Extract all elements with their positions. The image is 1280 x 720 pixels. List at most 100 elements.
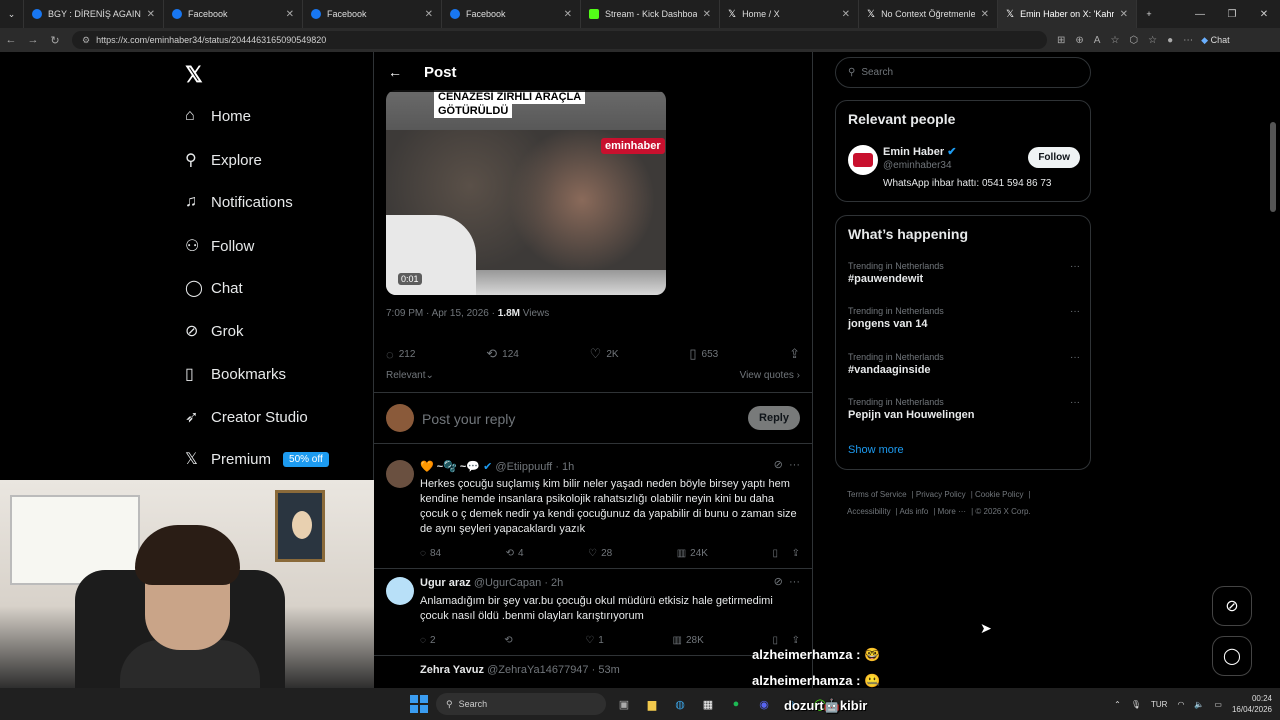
reply-button[interactable]: ◌ 212 xyxy=(386,346,415,362)
reply-input[interactable]: Post your reply xyxy=(422,411,515,427)
discord-icon[interactable]: ◉ xyxy=(754,694,774,714)
share-icon[interactable]: ⇪ xyxy=(792,548,800,559)
more-icon[interactable]: ··· xyxy=(1070,306,1080,317)
show-more-link[interactable]: Show more xyxy=(848,444,904,456)
grok-icon[interactable]: ⊘ xyxy=(774,576,783,588)
person-name-row[interactable]: Emin Haber ✔ xyxy=(883,145,956,158)
profile-icon[interactable]: ● xyxy=(1167,35,1173,46)
trend-item[interactable]: Trending in Netherlands Pepijn van Houwel… xyxy=(848,397,1080,421)
favorite-star-icon[interactable]: ☆ xyxy=(1110,35,1119,46)
reply-handle[interactable]: @UgurCapan xyxy=(474,577,541,589)
wifi-icon[interactable]: ◠ xyxy=(1177,700,1184,709)
tab-list-button[interactable]: ⌄ xyxy=(0,0,24,28)
close-window-icon[interactable]: ✕ xyxy=(1248,9,1280,20)
reply-item[interactable]: 🧡 ~🫧 ~💬 ✔ @Etiippuuff · 1h ⊘ ··· Herkes … xyxy=(374,452,812,569)
sidebar-item-chat[interactable]: ◯ Chat xyxy=(185,278,243,298)
clock[interactable]: 00:24 16/04/2026 xyxy=(1232,693,1272,715)
edge-icon[interactable]: ◍ xyxy=(670,694,690,714)
taskbar-search[interactable]: ⚲ Search xyxy=(436,693,606,715)
close-icon[interactable]: ✕ xyxy=(425,9,433,20)
post-video[interactable]: CENAZESİ ZIRHLI ARAÇLA GÖTÜRÜLDÜ eminhab… xyxy=(386,90,666,295)
grok-icon[interactable]: ⊘ xyxy=(774,459,783,471)
reply-button[interactable]: ◌ 2 xyxy=(420,635,436,646)
browser-tab[interactable]: Facebook ✕ xyxy=(442,0,581,28)
avatar[interactable] xyxy=(386,460,414,488)
browser-tab[interactable]: 𝕏 No Context Öğretmenler (@ ✕ xyxy=(859,0,998,28)
more-icon[interactable]: ··· xyxy=(789,459,800,471)
search-input[interactable]: ⚲ Search xyxy=(835,57,1091,88)
bookmark-button[interactable]: ▯ 653 xyxy=(689,346,718,362)
trend-item[interactable]: Trending in Netherlands jongens van 14 ··· xyxy=(848,306,1080,330)
forward-icon[interactable]: → xyxy=(22,34,44,46)
minimize-icon[interactable]: — xyxy=(1184,9,1216,20)
install-icon[interactable]: ⊞ xyxy=(1057,35,1065,46)
footer-link[interactable]: Accessibility xyxy=(847,507,891,516)
chevron-up-icon[interactable]: ⌃ xyxy=(1114,700,1121,709)
page-scrollbar[interactable] xyxy=(1270,122,1276,212)
close-icon[interactable]: ✕ xyxy=(842,9,850,20)
repost-button[interactable]: ⟲ xyxy=(504,635,516,646)
post-timestamp[interactable]: 7:09 PM · Apr 15, 2026 · xyxy=(386,308,498,319)
x-logo[interactable]: 𝕏 xyxy=(185,62,203,88)
language-indicator[interactable]: TUR xyxy=(1151,700,1167,709)
read-aloud-icon[interactable]: A xyxy=(1094,35,1101,46)
sidebar-item-bookmarks[interactable]: ▯ Bookmarks xyxy=(185,364,286,384)
footer-link[interactable]: Cookie Policy xyxy=(975,490,1023,499)
person-handle[interactable]: @eminhaber34 xyxy=(883,160,952,171)
views-button[interactable]: ▥ 28K xyxy=(673,635,704,646)
reply-menu[interactable]: ⊘ ··· xyxy=(774,458,800,471)
bookmark-share[interactable]: ▯ ⇪ xyxy=(773,548,800,559)
close-icon[interactable]: ✕ xyxy=(147,9,155,20)
like-button[interactable]: ♡ 28 xyxy=(588,548,612,559)
favorites-icon[interactable]: ☆ xyxy=(1148,35,1157,46)
maximize-icon[interactable]: ❐ xyxy=(1216,9,1248,20)
sidebar-item-follow[interactable]: ⚇ Follow xyxy=(185,236,254,256)
reply-author[interactable]: 🧡 ~🫧 ~💬 xyxy=(420,461,480,473)
zoom-icon[interactable]: ⊕ xyxy=(1075,35,1083,46)
footer-link[interactable]: More ··· xyxy=(938,507,966,516)
battery-icon[interactable]: ▭ xyxy=(1214,700,1222,709)
copilot-chat-button[interactable]: ◆ Chat xyxy=(1201,35,1229,46)
browser-tab[interactable]: Facebook ✕ xyxy=(164,0,303,28)
follow-button[interactable]: Follow xyxy=(1028,147,1080,168)
browser-tab[interactable]: Facebook ✕ xyxy=(303,0,442,28)
browser-tab-active[interactable]: 𝕏 Emin Haber on X: 'Kahrama ✕ xyxy=(998,0,1137,28)
like-button[interactable]: ♡ 2K xyxy=(590,346,619,362)
reply-submit-button[interactable]: Reply xyxy=(748,406,800,430)
microphone-icon[interactable]: 🎙 xyxy=(1131,700,1141,709)
chat-fab[interactable]: ◯ xyxy=(1212,636,1252,676)
reply-author[interactable]: Ugur araz xyxy=(420,577,471,589)
close-icon[interactable]: ✕ xyxy=(703,9,711,20)
reply-handle[interactable]: @ZehraYa14677947 xyxy=(487,664,588,676)
like-button[interactable]: ♡ 1 xyxy=(585,635,604,646)
sort-dropdown[interactable]: Relevant⌄ xyxy=(386,370,434,381)
back-icon[interactable]: ← xyxy=(0,34,22,46)
sidebar-item-creator-studio[interactable]: ➶ Creator Studio xyxy=(185,407,308,427)
repost-button[interactable]: ⟲ 124 xyxy=(486,346,519,362)
share-icon[interactable]: ⇪ xyxy=(792,635,800,646)
reply-menu[interactable]: ⊘ ··· xyxy=(774,575,800,588)
file-explorer-icon[interactable]: ▆ xyxy=(642,694,662,714)
view-quotes-link[interactable]: View quotes › xyxy=(740,370,800,381)
volume-icon[interactable]: 🔈 xyxy=(1194,700,1204,709)
reply-handle[interactable]: @Etiippuuff xyxy=(495,461,552,473)
reload-icon[interactable]: ↻ xyxy=(44,34,66,47)
close-icon[interactable]: ✕ xyxy=(286,9,294,20)
footer-link[interactable]: Ads info xyxy=(899,507,928,516)
close-icon[interactable]: ✕ xyxy=(1120,9,1128,20)
browser-tab[interactable]: BGY : DİRENİŞ AGAIN 3 | Fac ✕ xyxy=(24,0,164,28)
trend-item[interactable]: Trending in Netherlands #pauwendewit ··· xyxy=(848,261,1080,285)
sidebar-item-explore[interactable]: ⚲ Explore xyxy=(185,150,262,170)
avatar[interactable] xyxy=(386,577,414,605)
start-icon[interactable] xyxy=(410,695,428,713)
close-icon[interactable]: ✕ xyxy=(564,9,572,20)
sidebar-item-grok[interactable]: ⊘ Grok xyxy=(185,321,244,341)
new-tab-button[interactable]: + xyxy=(1137,0,1161,28)
bookmark-icon[interactable]: ▯ xyxy=(773,548,779,559)
more-icon[interactable]: ··· xyxy=(1070,352,1080,363)
views-button[interactable]: ▥ 24K xyxy=(677,548,708,559)
browser-tab[interactable]: 𝕏 Home / X ✕ xyxy=(720,0,859,28)
more-icon[interactable]: ··· xyxy=(789,576,800,588)
bookmark-share[interactable]: ▯ ⇪ xyxy=(773,635,800,646)
sidebar-item-premium[interactable]: 𝕏 Premium 50% off xyxy=(185,449,329,469)
